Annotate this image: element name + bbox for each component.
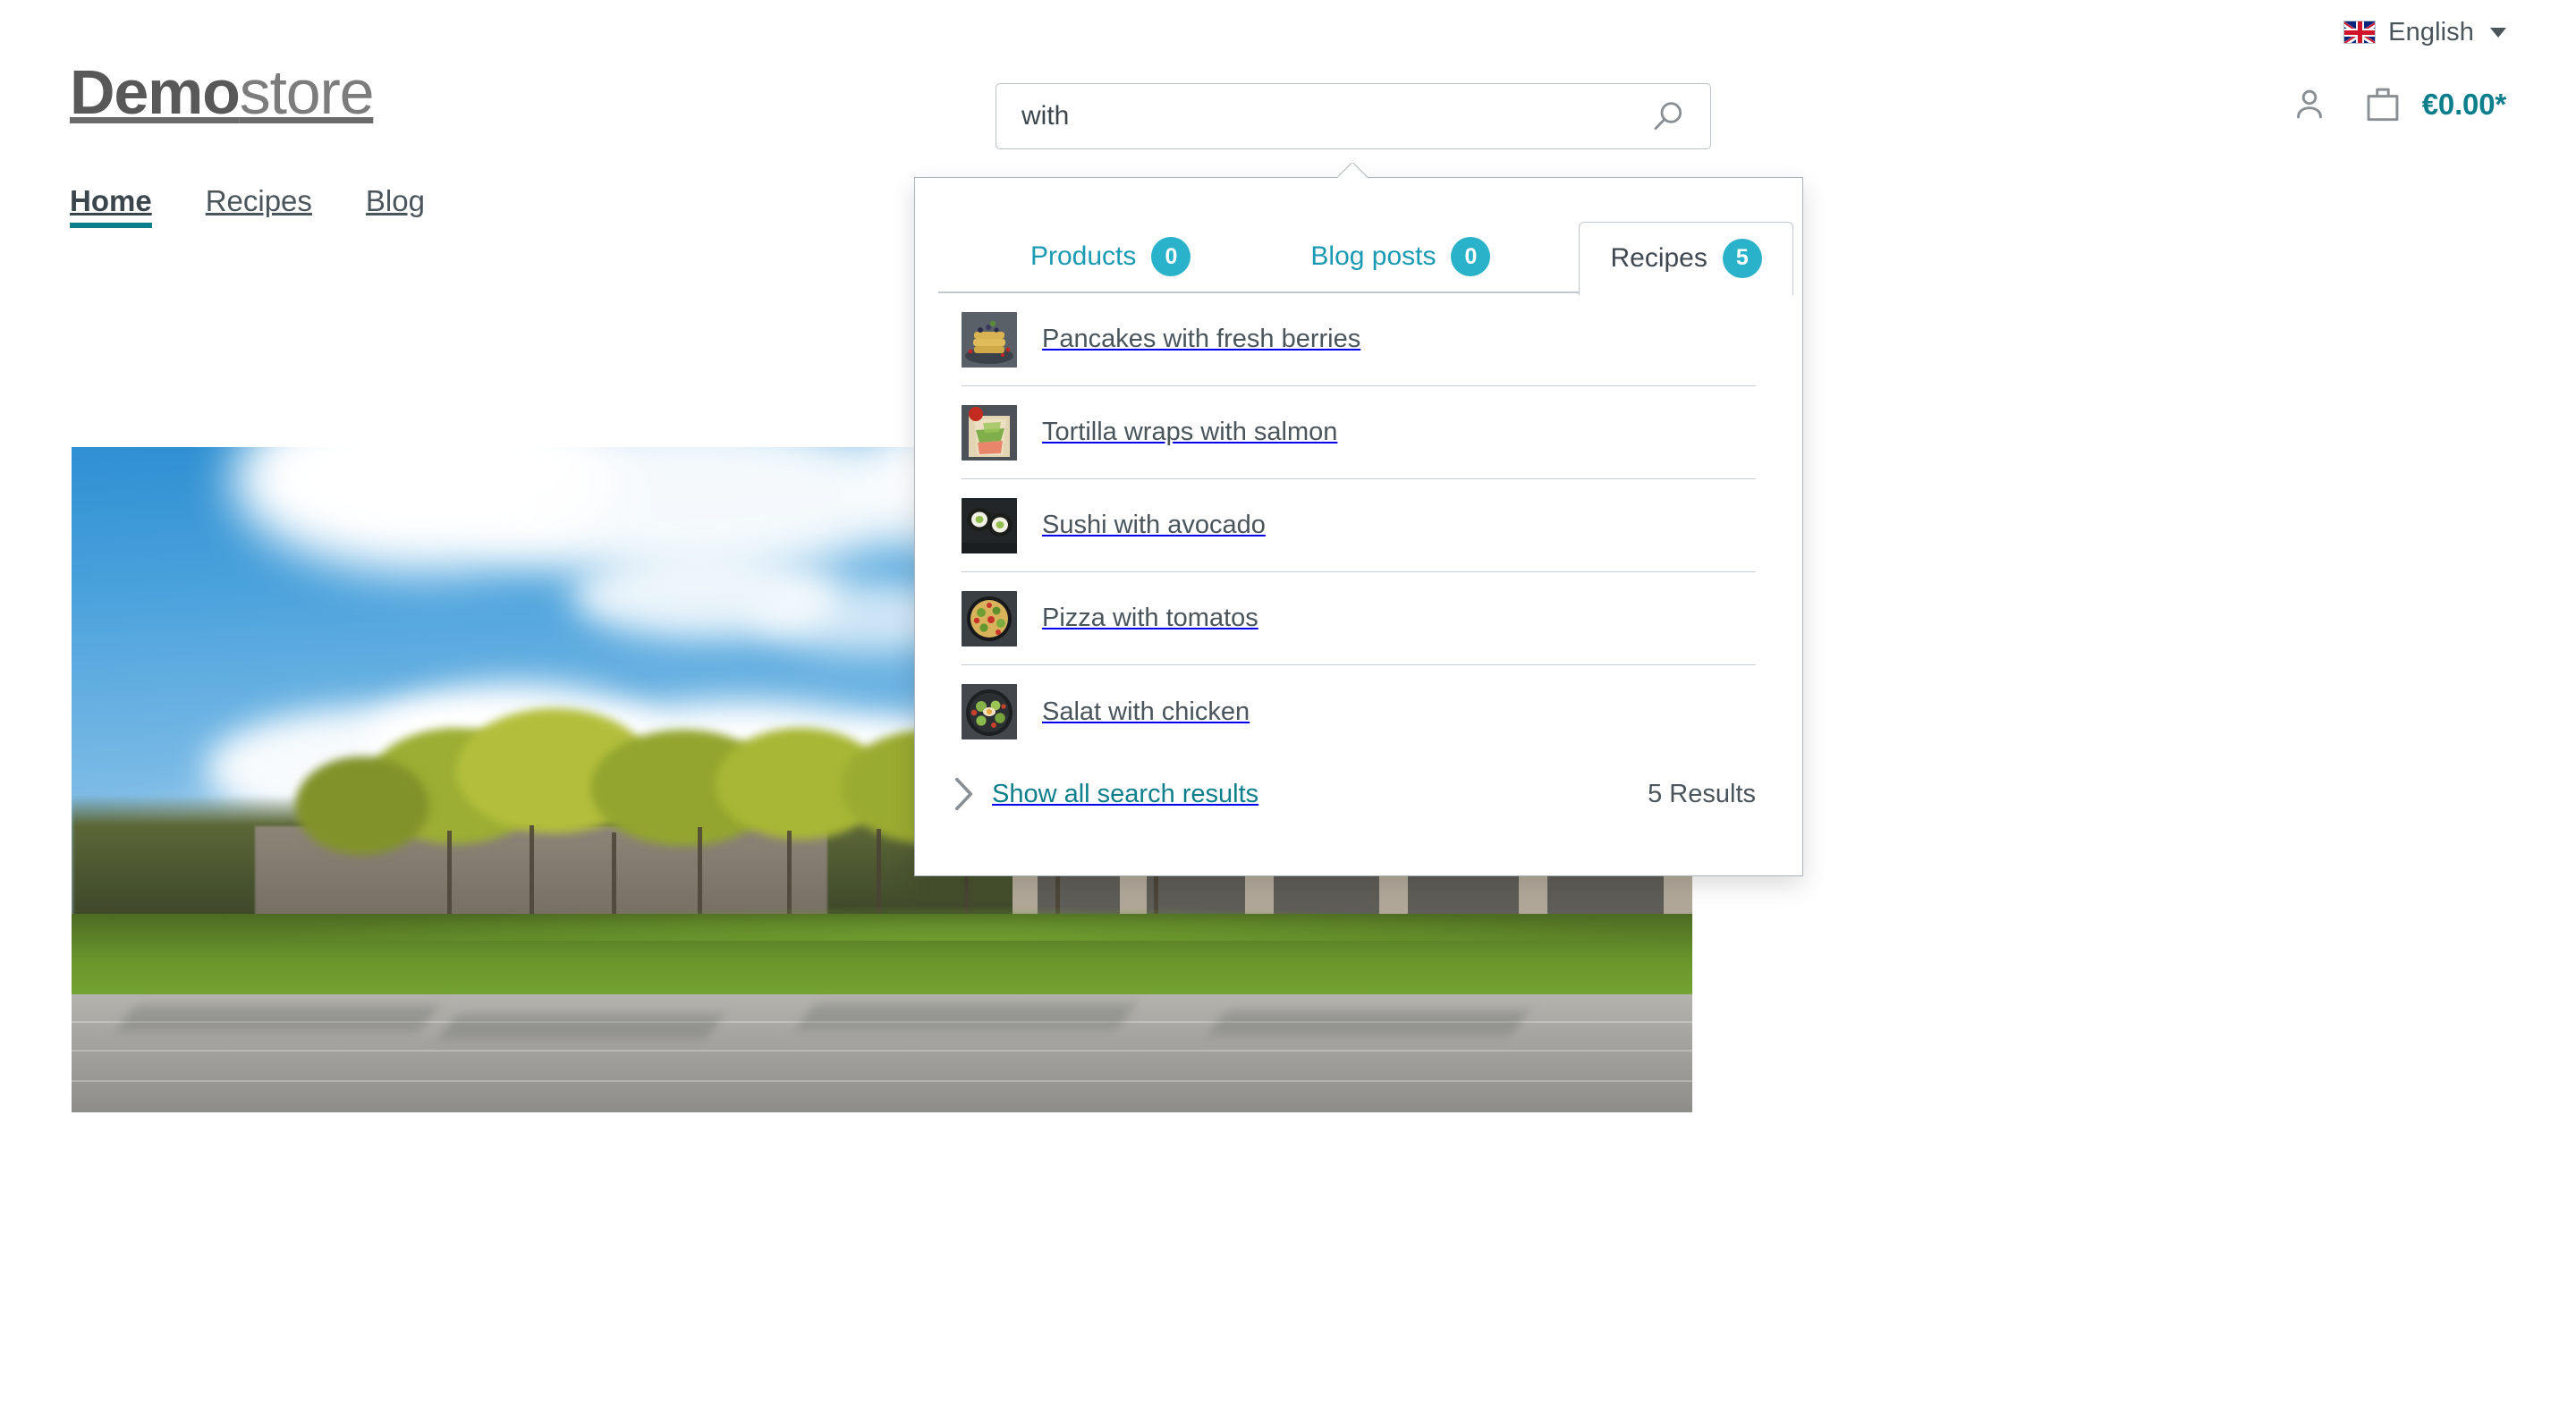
tab-blog-posts-count: 0	[1451, 237, 1491, 276]
result-title: Tortilla wraps with salmon	[1042, 418, 1338, 446]
tab-products-count: 0	[1151, 237, 1191, 276]
logo-light-part: store	[239, 57, 375, 127]
result-title: Salat with chicken	[1042, 697, 1250, 726]
search-suggest-panel: Products 0 Blog posts 0 Recipes 5 Pancak…	[914, 163, 1803, 876]
tab-blog-posts-label: Blog posts	[1310, 241, 1436, 271]
chevron-right-icon	[955, 777, 973, 811]
pizza-thumbnail-art	[962, 590, 1017, 646]
search-form	[996, 83, 1711, 149]
chevron-down-icon	[2490, 27, 2506, 38]
site-header: Demostore with €0.00*	[0, 48, 2576, 156]
nav-item-recipes[interactable]: Recipes	[206, 186, 312, 228]
header-actions: €0.00*	[2290, 84, 2506, 125]
main-navigation: Home Recipes Blog	[70, 186, 425, 228]
tab-recipes-label: Recipes	[1610, 242, 1707, 273]
tortilla-wraps-thumbnail-art	[962, 404, 1017, 460]
tortilla-wraps-thumbnail	[962, 404, 1017, 460]
search-icon	[1654, 102, 1682, 131]
results-count-label: 5 Results	[1648, 779, 1756, 808]
result-title: Pizza with tomatos	[1042, 604, 1258, 632]
show-all-results-label: Show all search results	[992, 779, 1259, 808]
user-icon	[2296, 89, 2322, 119]
salat-thumbnail	[962, 684, 1017, 739]
tab-products[interactable]: Products 0	[999, 220, 1222, 293]
result-title: Sushi with avocado	[1042, 511, 1266, 539]
pancakes-thumbnail-art	[962, 311, 1017, 368]
hero-pavement	[72, 994, 1692, 1112]
page-root: English Demostore with €0.00* Home Recip…	[0, 0, 2576, 1411]
search-area	[996, 83, 1711, 149]
result-item-salat[interactable]: Salat with chicken	[962, 665, 1756, 758]
nav-item-blog[interactable]: Blog	[366, 186, 425, 228]
tab-blog-posts[interactable]: Blog posts 0	[1279, 220, 1521, 293]
tab-products-label: Products	[1030, 241, 1137, 271]
sushi-thumbnail-art	[962, 497, 1017, 553]
cart-total-label: €0.00*	[2421, 88, 2506, 121]
tab-recipes[interactable]: Recipes 5	[1579, 221, 1793, 295]
result-item-sushi[interactable]: Sushi with avocado	[962, 479, 1756, 572]
sushi-thumbnail	[962, 497, 1017, 553]
dropdown-footer: Show all search results 5 Results	[915, 758, 1802, 812]
salat-thumbnail-art	[962, 684, 1017, 739]
nav-item-home[interactable]: Home	[70, 186, 152, 228]
pancakes-thumbnail	[962, 311, 1017, 368]
search-input[interactable]	[1020, 100, 1640, 132]
shopping-bag-icon	[2367, 88, 2399, 122]
search-submit-button[interactable]	[1640, 89, 1696, 144]
dropdown-pointer	[1338, 163, 1368, 179]
result-item-tortilla-wraps[interactable]: Tortilla wraps with salmon	[962, 386, 1756, 479]
tab-recipes-count: 5	[1722, 238, 1762, 278]
language-switcher[interactable]: English	[2343, 18, 2506, 47]
pizza-thumbnail	[962, 590, 1017, 646]
search-results-list: Pancakes with fresh berries Tortilla wra…	[915, 293, 1802, 758]
site-logo[interactable]: Demostore	[70, 61, 375, 123]
result-title: Pancakes with fresh berries	[1042, 325, 1361, 353]
show-all-results-link[interactable]: Show all search results	[953, 776, 1258, 812]
result-item-pancakes[interactable]: Pancakes with fresh berries	[962, 293, 1756, 386]
search-result-tabs: Products 0 Blog posts 0 Recipes 5	[915, 200, 1802, 295]
cart-widget[interactable]: €0.00*	[2363, 84, 2506, 125]
logo-bold-part: Demo	[70, 57, 241, 127]
account-button[interactable]	[2290, 85, 2329, 124]
result-item-pizza[interactable]: Pizza with tomatos	[962, 572, 1756, 665]
uk-flag-icon	[2343, 21, 2377, 44]
language-label: English	[2388, 17, 2474, 46]
